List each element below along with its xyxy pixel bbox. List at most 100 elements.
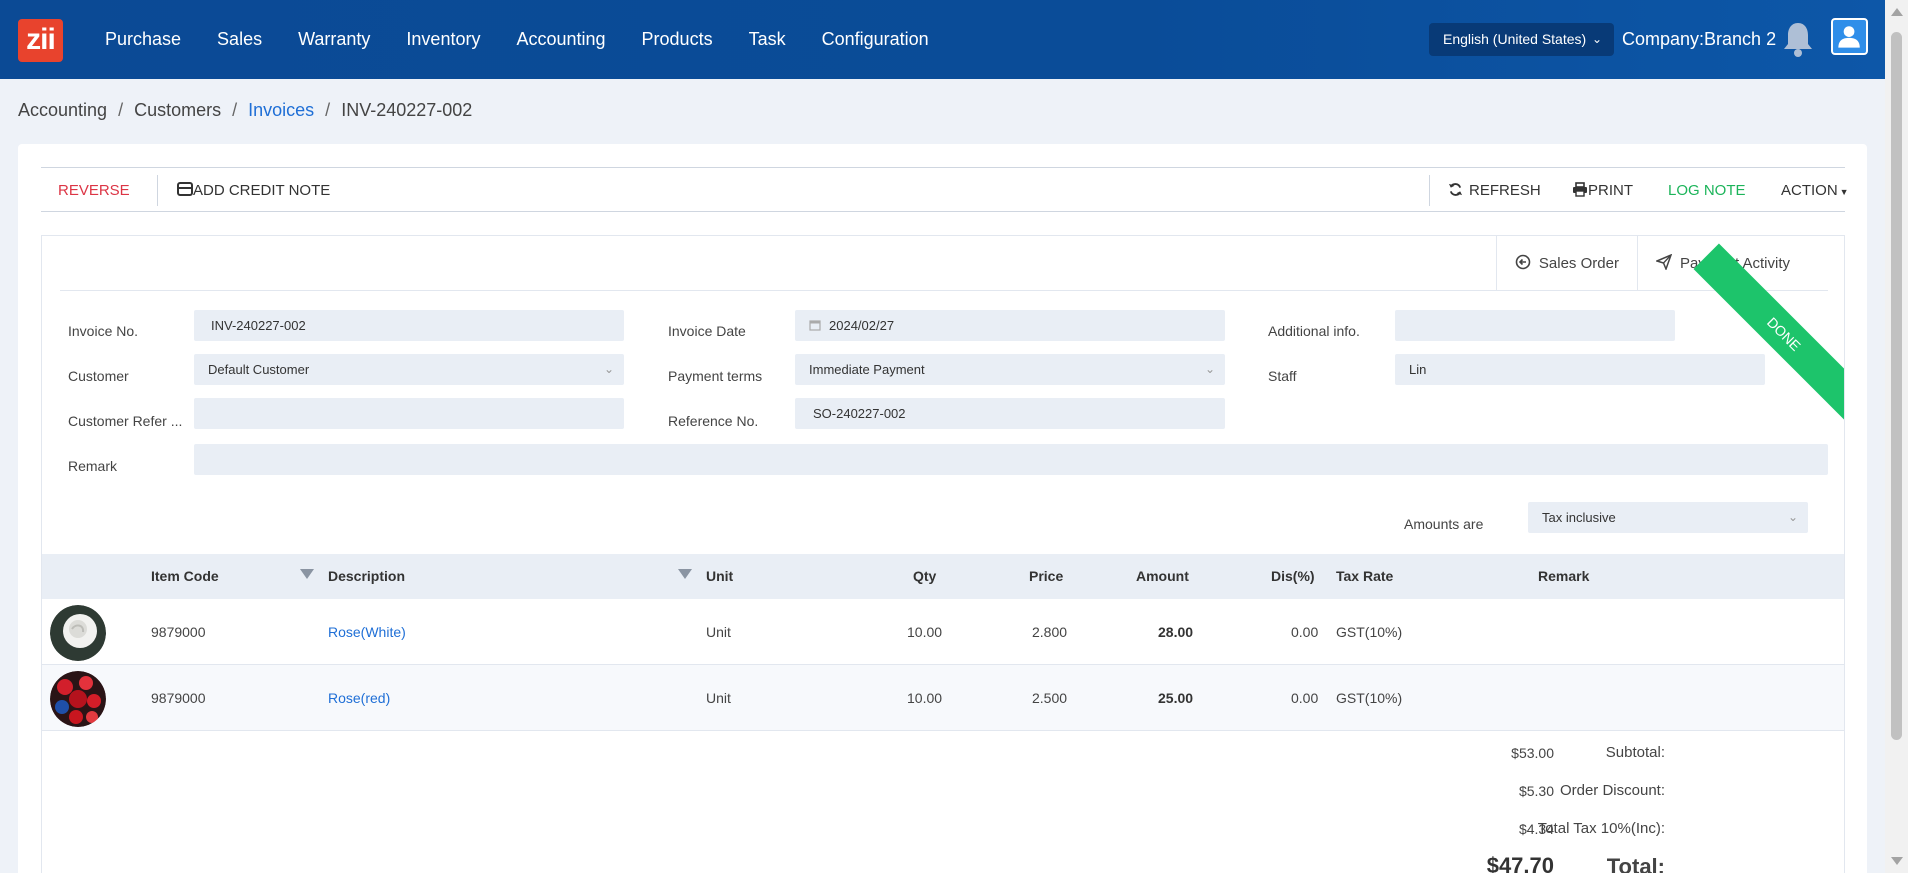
customer-ref-label: Customer Refer ...	[68, 413, 183, 429]
amounts-are-select[interactable]: Tax inclusive ⌄	[1528, 502, 1808, 533]
subtotal-value: $53.00	[1511, 745, 1554, 761]
refresh-icon	[1448, 183, 1463, 196]
cell-unit: Unit	[706, 624, 731, 640]
action-toolbar: REVERSE ADD CREDIT NOTE REFRESH PRINT LO…	[41, 167, 1849, 213]
refresh-button[interactable]: REFRESH	[1448, 168, 1541, 213]
breadcrumb-separator: /	[232, 100, 238, 120]
add-credit-note-button[interactable]: ADD CREDIT NOTE	[177, 168, 330, 213]
invoice-date-value: 2024/02/27	[829, 318, 895, 333]
cell-amount: 28.00	[1158, 624, 1194, 640]
amounts-are-value: Tax inclusive	[1542, 510, 1616, 525]
cell-item-code: 9879000	[151, 624, 206, 640]
top-navbar: zii Purchase Sales Warranty Inventory Ac…	[0, 0, 1885, 79]
cell-qty: 10.00	[907, 690, 943, 706]
scroll-up-icon[interactable]	[1891, 8, 1903, 16]
main-nav: Purchase Sales Warranty Inventory Accoun…	[105, 0, 965, 79]
breadcrumb-customers[interactable]: Customers	[134, 100, 221, 121]
table-row[interactable]: 9879000 Rose(White) Unit 10.00 2.800 28.…	[42, 599, 1844, 665]
nav-task[interactable]: Task	[749, 29, 786, 50]
order-discount-value: $5.30	[1518, 783, 1554, 799]
breadcrumb-current: INV-240227-002	[341, 100, 473, 120]
col-qty[interactable]: Qty	[913, 554, 936, 599]
col-unit[interactable]: Unit	[706, 554, 733, 599]
company-label[interactable]: Company:Branch 2	[1622, 29, 1776, 50]
print-button[interactable]: PRINT	[1572, 168, 1633, 213]
language-select[interactable]: English (United States) ⌄	[1429, 23, 1614, 56]
col-discount[interactable]: Dis(%)	[1271, 554, 1315, 599]
toolbar-divider	[1429, 175, 1430, 206]
user-avatar-icon[interactable]	[1831, 18, 1868, 55]
nav-accounting[interactable]: Accounting	[516, 29, 605, 50]
cell-qty: 10.00	[907, 624, 943, 640]
cell-unit: Unit	[706, 690, 731, 706]
toolbar-divider	[157, 175, 158, 206]
col-price[interactable]: Price	[1029, 554, 1063, 599]
total-tax-value: $4.34	[1518, 821, 1554, 837]
caret-down-icon: ▼	[1839, 187, 1849, 197]
nav-products[interactable]: Products	[642, 29, 713, 50]
col-item-code[interactable]: Item Code	[151, 554, 219, 599]
breadcrumb-separator: /	[325, 100, 331, 120]
filter-icon[interactable]	[300, 569, 314, 579]
cell-tax-rate: GST(10%)	[1336, 690, 1403, 706]
nav-warranty[interactable]: Warranty	[298, 29, 370, 50]
bell-icon[interactable]	[1780, 20, 1816, 58]
amounts-are-label: Amounts are	[1404, 516, 1484, 532]
customer-select[interactable]: Default Customer ⌄	[194, 354, 624, 385]
cell-description[interactable]: Rose(White)	[328, 599, 406, 665]
filter-icon[interactable]	[678, 569, 692, 579]
invoice-no-field[interactable]: INV-240227-002	[194, 310, 624, 341]
col-tax-rate[interactable]: Tax Rate	[1336, 554, 1393, 599]
rose-white-image	[50, 605, 106, 661]
action-dropdown[interactable]: ACTION ▼	[1781, 168, 1849, 213]
page-scrollbar[interactable]	[1885, 0, 1908, 873]
nav-sales[interactable]: Sales	[217, 29, 262, 50]
staff-field[interactable]: Lin	[1395, 354, 1765, 385]
table-row[interactable]: 9879000 Rose(red) Unit 10.00 2.500 25.00…	[42, 665, 1844, 731]
col-amount[interactable]: Amount	[1136, 554, 1189, 599]
nav-inventory[interactable]: Inventory	[406, 29, 480, 50]
scroll-down-icon[interactable]	[1891, 857, 1903, 865]
breadcrumb-accounting[interactable]: Accounting	[18, 100, 107, 121]
scroll-thumb[interactable]	[1891, 32, 1902, 740]
payment-terms-select[interactable]: Immediate Payment ⌄	[795, 354, 1225, 385]
credit-note-icon	[177, 182, 193, 196]
breadcrumb: Accounting / Customers / Invoices / INV-…	[18, 100, 472, 121]
nav-purchase[interactable]: Purchase	[105, 29, 181, 50]
cell-item-code: 9879000	[151, 690, 206, 706]
divider	[60, 290, 1828, 291]
refresh-label: REFRESH	[1469, 182, 1541, 199]
cell-price: 2.500	[1032, 690, 1068, 706]
breadcrumb-invoices[interactable]: Invoices	[248, 100, 314, 121]
invoice-date-field[interactable]: 2024/02/27	[795, 310, 1225, 341]
cell-tax-rate: GST(10%)	[1336, 624, 1403, 640]
log-note-button[interactable]: LOG NOTE	[1668, 168, 1746, 213]
chevron-down-icon: ⌄	[1591, 32, 1602, 46]
action-label: ACTION	[1781, 182, 1838, 199]
invoice-date-label: Invoice Date	[668, 323, 746, 339]
app-logo[interactable]: zii	[18, 19, 63, 62]
calendar-icon	[809, 320, 821, 331]
nav-configuration[interactable]: Configuration	[822, 29, 929, 50]
table-header: Item Code Description Unit Qty Price Amo…	[42, 554, 1844, 599]
cell-description[interactable]: Rose(red)	[328, 665, 390, 731]
staff-label: Staff	[1268, 368, 1297, 384]
reverse-button[interactable]: REVERSE	[58, 168, 130, 213]
remark-field[interactable]	[194, 444, 1828, 475]
chevron-down-icon: ⌄	[603, 362, 614, 376]
additional-info-field[interactable]	[1395, 310, 1675, 341]
cell-discount: 0.00	[1291, 690, 1319, 706]
customer-ref-field[interactable]	[194, 398, 624, 429]
col-description[interactable]: Description	[328, 554, 405, 599]
circle-arrow-left-icon	[1515, 254, 1531, 270]
rose-red-image	[50, 671, 106, 727]
cell-price: 2.800	[1032, 624, 1068, 640]
reference-no-label: Reference No.	[668, 413, 759, 429]
reference-no-field[interactable]: SO-240227-002	[795, 398, 1225, 429]
cell-amount: 25.00	[1158, 690, 1194, 706]
printer-icon	[1573, 182, 1587, 197]
sales-order-button[interactable]: Sales Order	[1497, 236, 1638, 291]
breadcrumb-separator: /	[118, 100, 124, 120]
col-remark[interactable]: Remark	[1538, 554, 1589, 599]
invoice-form: Sales Order Payment Activity DONE Invoic…	[41, 235, 1845, 873]
